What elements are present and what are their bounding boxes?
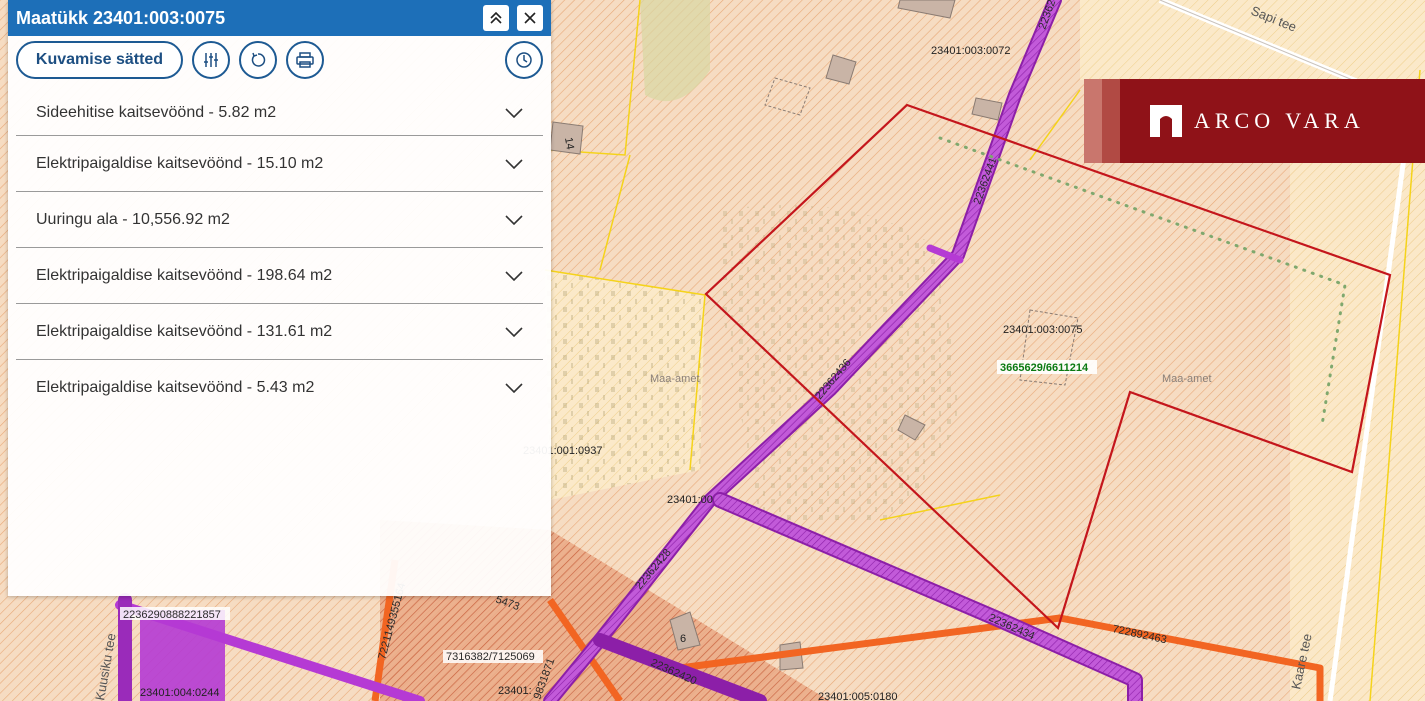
list-item-label: Elektripaigaldise kaitsevöönd - 5.43 m2 xyxy=(36,379,315,396)
owner-label-east: Maa-amet xyxy=(1162,373,1212,385)
coordinates-label: 3665629/6611214 xyxy=(1000,362,1089,374)
parcel-info-panel: Maatükk 23401:003:0075 Kuvamise sätted S… xyxy=(8,0,551,596)
history-button[interactable] xyxy=(505,41,543,79)
list-item-label: Elektripaigaldise kaitsevöönd - 15.10 m2 xyxy=(36,154,324,172)
refresh-button[interactable] xyxy=(239,41,277,79)
panel-header: Maatükk 23401:003:0075 xyxy=(8,0,551,36)
parcel-label-partial-2: 23401: xyxy=(498,685,532,697)
collapse-button[interactable] xyxy=(483,5,509,31)
arco-vara-logo-icon xyxy=(1150,105,1182,137)
parcel-label-0072: 23401:003:0072 xyxy=(931,45,1011,57)
arco-vara-watermark: ARCO VARA xyxy=(1084,79,1425,163)
list-item-label: Uuringu ala - 10,556.92 m2 xyxy=(36,210,230,228)
list-item-label: Elektripaigaldise kaitsevöönd - 198.64 m… xyxy=(36,266,333,284)
chevron-double-up-icon xyxy=(490,11,502,24)
chevron-down-icon xyxy=(505,383,523,393)
restrictions-list: Sideehitise kaitsevöönd - 5.82 m2 Elektr… xyxy=(8,91,551,416)
list-item[interactable]: Uuringu ala - 10,556.92 m2 xyxy=(16,192,543,248)
chevron-down-icon xyxy=(505,214,523,225)
building-number: 14 xyxy=(562,136,576,150)
building-number: 6 xyxy=(680,633,686,645)
chevron-down-icon xyxy=(505,270,523,281)
close-icon xyxy=(524,12,536,24)
brand-stripe xyxy=(1102,79,1120,163)
brand-name: ARCO VARA xyxy=(1194,108,1365,133)
brand-main: ARCO VARA xyxy=(1120,79,1425,163)
clock-icon xyxy=(516,52,532,68)
list-item[interactable]: Elektripaigaldise kaitsevöönd - 198.64 m… xyxy=(16,248,543,304)
sliders-icon xyxy=(204,53,218,67)
panel-title: Maatükk 23401:003:0075 xyxy=(16,7,226,28)
parcel-label-0075: 23401:003:0075 xyxy=(1003,324,1083,336)
header-buttons xyxy=(483,5,543,31)
list-item[interactable]: Sideehitise kaitsevöönd - 5.82 m2 xyxy=(16,91,543,136)
list-item[interactable]: Elektripaigaldise kaitsevöönd - 5.43 m2 xyxy=(16,360,543,416)
pipe-label: 7316382/7125069 xyxy=(446,651,535,663)
brand-stripe xyxy=(1084,79,1102,163)
parcel-label-partial: 23401:00 xyxy=(667,494,713,506)
list-item-label: Sideehitise kaitsevöönd - 5.82 m2 xyxy=(36,104,277,121)
filter-button[interactable] xyxy=(192,41,230,79)
parcel-label-0180: 23401:005:0180 xyxy=(818,691,898,701)
parcel-label-0244: 23401:004:0244 xyxy=(140,687,220,699)
list-item-label: Elektripaigaldise kaitsevöönd - 131.61 m… xyxy=(36,322,333,340)
pipe-label: 2236290888221857 xyxy=(123,609,221,621)
chevron-down-icon xyxy=(505,326,523,337)
list-item[interactable]: Elektripaigaldise kaitsevöönd - 15.10 m2 xyxy=(16,136,543,192)
chevron-down-icon xyxy=(505,108,523,118)
display-settings-button[interactable]: Kuvamise sätted xyxy=(16,41,183,79)
list-item[interactable]: Elektripaigaldise kaitsevöönd - 131.61 m… xyxy=(16,304,543,360)
owner-label-west: Maa-amet xyxy=(650,373,700,385)
print-button[interactable] xyxy=(286,41,324,79)
panel-toolbar: Kuvamise sätted xyxy=(8,36,551,79)
print-icon xyxy=(296,52,314,68)
chevron-down-icon xyxy=(505,158,523,169)
refresh-icon xyxy=(251,52,266,67)
area-grass-west-marks xyxy=(545,270,705,500)
area-yellow-east xyxy=(1290,160,1425,701)
close-button[interactable] xyxy=(517,5,543,31)
